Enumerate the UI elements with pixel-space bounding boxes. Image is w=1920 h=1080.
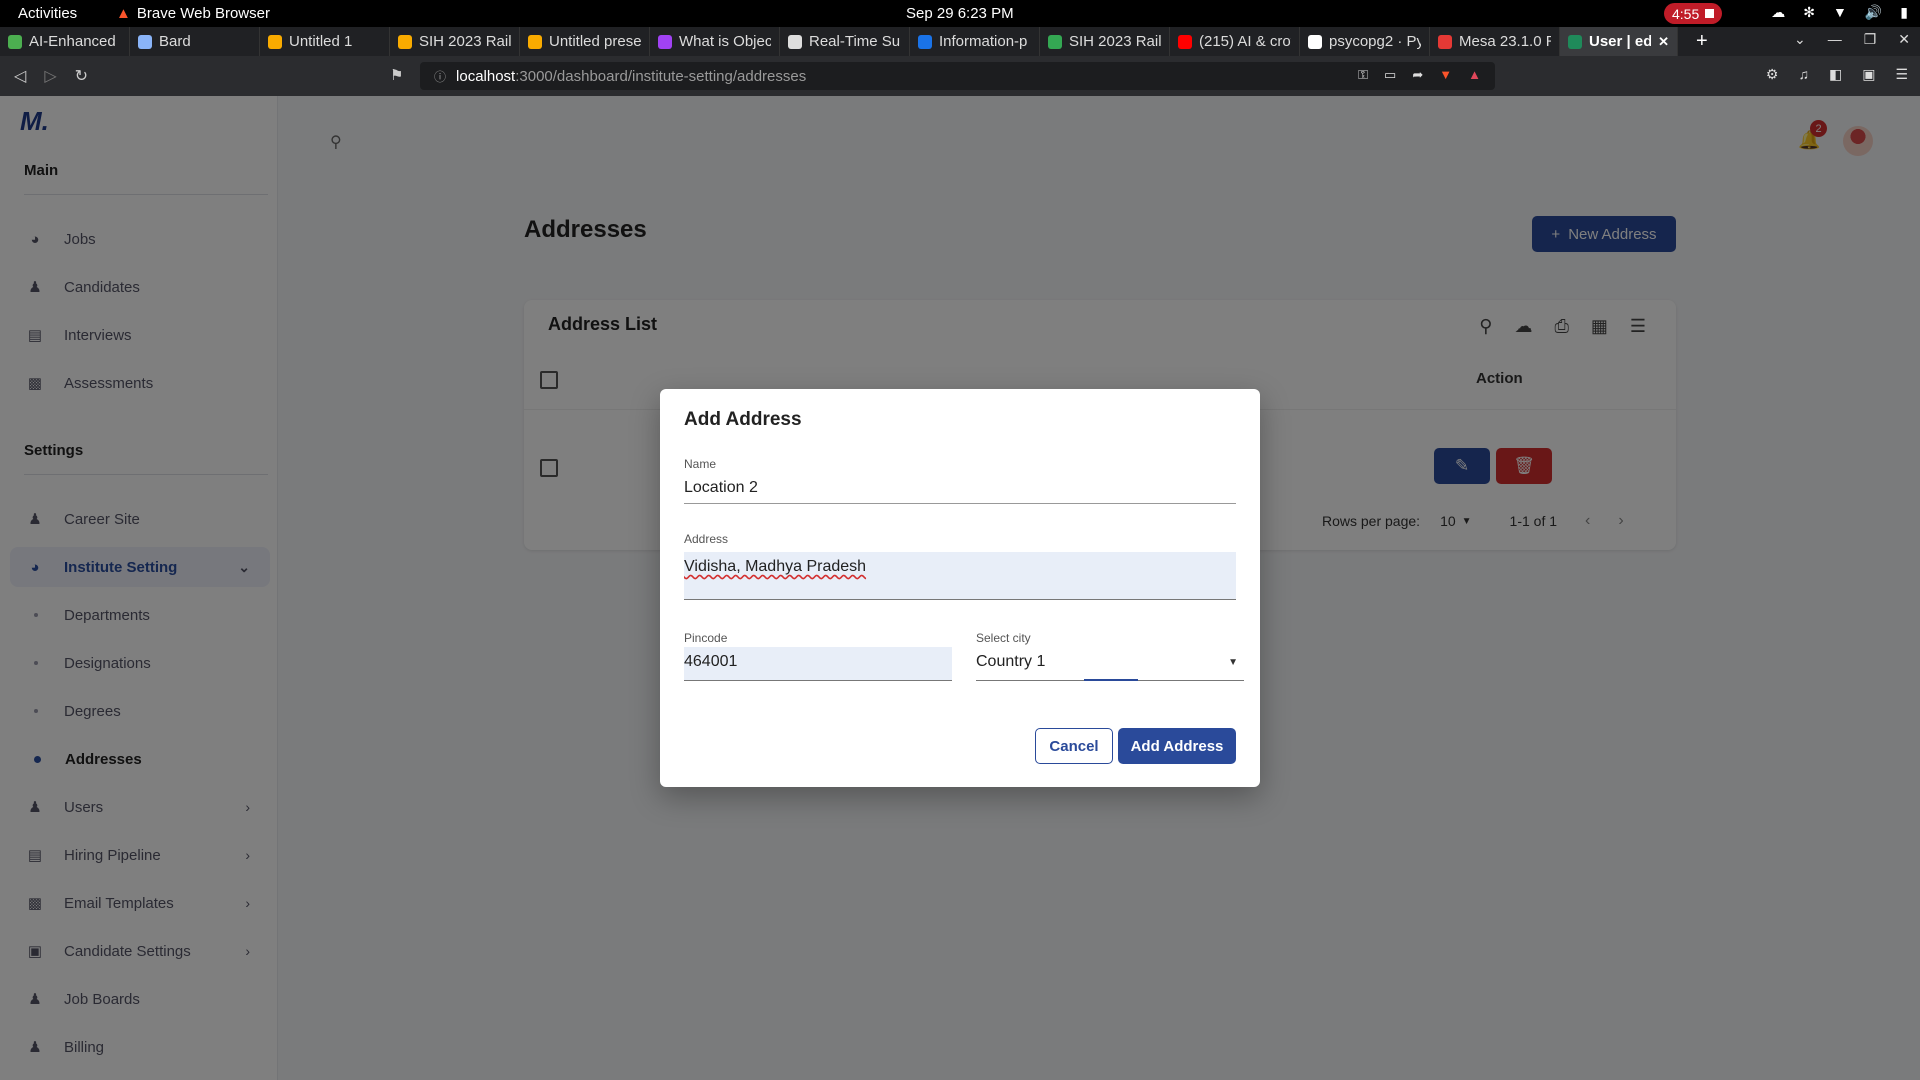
menu-icon[interactable]: ☰: [1895, 66, 1908, 83]
stop-icon: [1705, 9, 1715, 18]
browser-tab[interactable]: Bard: [130, 27, 260, 56]
back-icon[interactable]: ◁: [14, 66, 26, 86]
add-address-dialog: Add Address Name Location 2 Address Vidi…: [660, 389, 1260, 787]
tab-favicon-icon: [268, 34, 282, 49]
browser-tab[interactable]: Untitled prese: [520, 27, 650, 56]
battery-icon: ▮: [1900, 4, 1908, 20]
tab-favicon-icon: [528, 34, 542, 49]
browser-tab[interactable]: SIH 2023 Railw: [390, 27, 520, 56]
caret-down-icon: ▼: [1228, 657, 1238, 668]
browser-tab[interactable]: Untitled 1: [260, 27, 390, 56]
pincode-label: Pincode: [684, 631, 728, 645]
close-window-icon[interactable]: ✕: [1898, 31, 1910, 48]
name-underline: [684, 503, 1236, 504]
clock[interactable]: Sep 29 6:23 PM: [906, 5, 1014, 22]
share-icon[interactable]: ➦: [1412, 67, 1423, 83]
activities-button[interactable]: Activities: [18, 5, 77, 22]
nav-buttons: ◁ ▷ ↻: [14, 66, 88, 86]
city-label: Select city: [976, 631, 1031, 645]
screen-recording-indicator[interactable]: 4:55: [1664, 3, 1723, 24]
window-controls: ⌄ — ❐ ✕: [1794, 31, 1910, 48]
browser-tab[interactable]: SIH 2023 Railw: [1040, 27, 1170, 56]
toolbar-right: ⚙ ♫ ◧ ▣ ☰: [1766, 66, 1908, 83]
tab-favicon-icon: [788, 34, 802, 49]
browser-tab[interactable]: Information-p: [910, 27, 1040, 56]
cancel-button[interactable]: Cancel: [1035, 728, 1113, 764]
sidebar-icon[interactable]: ◧: [1829, 66, 1842, 83]
brave-rewards-icon[interactable]: ▲: [1468, 67, 1481, 83]
wallet-icon[interactable]: ▣: [1862, 66, 1875, 83]
minimize-icon[interactable]: —: [1828, 31, 1842, 48]
url-host: localhost: [456, 67, 516, 85]
recording-time: 4:55: [1672, 5, 1700, 22]
media-icon[interactable]: ♫: [1798, 66, 1809, 83]
tab-favicon-icon: [1308, 34, 1322, 49]
tab-favicon-icon: [1438, 34, 1452, 49]
city-select[interactable]: Country 1 ▼: [976, 647, 1244, 681]
tab-favicon-icon: [1568, 34, 1582, 49]
forward-icon[interactable]: ▷: [44, 66, 56, 86]
city-value: Country 1: [976, 653, 1046, 670]
volume-icon: 🔊: [1864, 4, 1883, 20]
site-info-icon[interactable]: ⓘ: [434, 68, 446, 85]
tab-favicon-icon: [658, 34, 672, 49]
address-bar-icons: ⚿ ▭ ➦ ▼ ▲: [1358, 67, 1481, 83]
system-tray[interactable]: ☁ ✻ ▼ 🔊 ▮: [1771, 4, 1908, 21]
extensions-icon[interactable]: ⚙: [1766, 66, 1779, 83]
name-input[interactable]: Location 2: [684, 479, 758, 497]
cast-icon[interactable]: ▭: [1384, 67, 1396, 83]
app-name: Brave Web Browser: [136, 5, 270, 22]
browser-tab-active[interactable]: User | edj ✕: [1560, 27, 1678, 56]
brave-icon: ▲: [116, 5, 131, 22]
brave-shields-icon[interactable]: ▼: [1439, 67, 1452, 83]
browser-tab[interactable]: Real-Time Sur: [780, 27, 910, 56]
tab-favicon-icon: [398, 34, 412, 49]
tab-favicon-icon: [1178, 34, 1192, 49]
focus-indicator: [1084, 679, 1138, 681]
address-bar[interactable]: ⓘ localhost :3000/dashboard/institute-se…: [420, 62, 1495, 90]
pincode-input[interactable]: 464001: [684, 647, 952, 681]
tab-favicon-icon: [1048, 34, 1062, 49]
tab-list-chevron-icon[interactable]: ⌄: [1794, 31, 1806, 48]
dialog-title: Add Address: [684, 409, 802, 430]
browser-tab[interactable]: (215) AI & crow: [1170, 27, 1300, 56]
url-path: :3000/dashboard/institute-setting/addres…: [515, 67, 807, 85]
new-tab-button[interactable]: +: [1696, 30, 1708, 53]
tab-strip: AI-Enhanced I Bard Untitled 1 SIH 2023 R…: [0, 27, 1920, 56]
restore-icon[interactable]: ❐: [1864, 31, 1877, 48]
network-icon: ✻: [1803, 4, 1815, 20]
address-textarea[interactable]: Vidisha, Madhya Pradesh: [684, 552, 1236, 600]
key-icon[interactable]: ⚿: [1358, 67, 1368, 83]
close-tab-icon[interactable]: ✕: [1658, 34, 1669, 50]
pincode-value: 464001: [684, 653, 738, 670]
cloud-icon: ☁: [1771, 4, 1786, 20]
address-label: Address: [684, 532, 729, 546]
wifi-icon: ▼: [1832, 4, 1847, 20]
browser-tab[interactable]: What is Objec: [650, 27, 780, 56]
system-top-bar: Activities ▲ Brave Web Browser Sep 29 6:…: [0, 0, 1920, 27]
browser-toolbar: ◁ ▷ ↻ ⚑ ⓘ localhost :3000/dashboard/inst…: [0, 56, 1920, 96]
address-value: Vidisha, Madhya Pradesh: [684, 558, 867, 575]
name-label: Name: [684, 457, 717, 471]
bookmark-icon[interactable]: ⚑: [390, 66, 403, 84]
browser-tab[interactable]: AI-Enhanced I: [0, 27, 130, 56]
app-menu[interactable]: ▲ Brave Web Browser: [116, 5, 270, 22]
tab-favicon-icon: [918, 34, 932, 49]
browser-tab[interactable]: Mesa 23.1.0 R: [1430, 27, 1560, 56]
add-address-button[interactable]: Add Address: [1118, 728, 1236, 764]
browser-tab[interactable]: psycopg2 · Py: [1300, 27, 1430, 56]
tab-favicon-icon: [8, 34, 22, 49]
reload-icon[interactable]: ↻: [75, 66, 88, 86]
tab-favicon-icon: [138, 34, 152, 49]
